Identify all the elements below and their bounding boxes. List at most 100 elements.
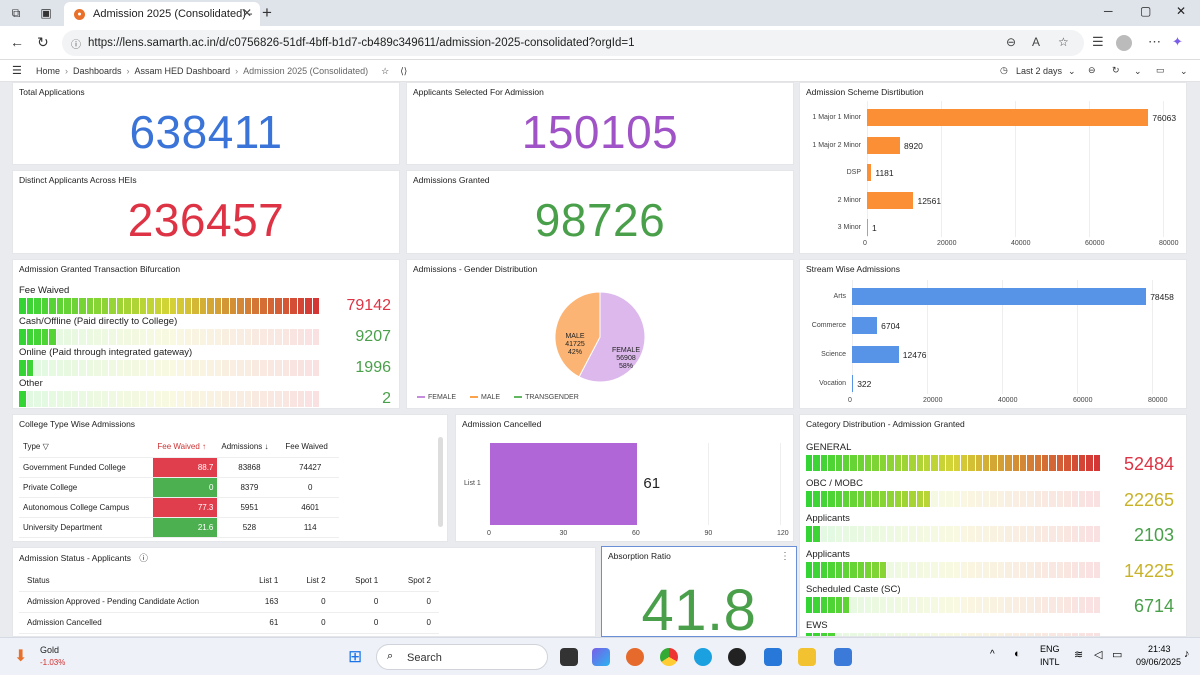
col-fee-waived-pct[interactable]: Fee Waived ↑ [153, 437, 218, 458]
gauge-bar [19, 391, 320, 407]
bar[interactable] [867, 136, 900, 154]
share-icon[interactable]: ⟨⟩ [400, 66, 407, 77]
legend-transgender[interactable]: TRANSGENDER [514, 394, 579, 401]
active-tab[interactable]: ● Admission 2025 (Consolidated) - ✕ [64, 2, 260, 26]
stream-admissions-panel: Stream Wise Admissions 0 20000 40000 60000 8… [799, 259, 1187, 409]
col-list1[interactable]: List 1 [239, 570, 287, 592]
zoom-out-icon[interactable]: ⊖ [1088, 65, 1096, 76]
kiosk-chevron-icon[interactable]: ⌄ [1180, 66, 1188, 77]
language-secondary[interactable]: INTL [1040, 657, 1060, 667]
table-row[interactable]: University Department 21.6 528 114 [19, 517, 339, 538]
chevron-down-icon[interactable]: ⌄ [1068, 66, 1076, 77]
scrollbar[interactable] [438, 437, 443, 527]
url-field[interactable]: ⓘ https://lens.samarth.ac.in/d/c0756826-… [62, 30, 1084, 56]
table-row[interactable]: Government Funded College 88.7 83868 74427 [19, 457, 339, 478]
bar-value-label: 6704 [881, 321, 901, 331]
bar[interactable] [852, 375, 854, 392]
bar[interactable] [867, 109, 1149, 126]
close-window-icon[interactable]: ✕ [1176, 4, 1186, 18]
gauge-value: 2 [382, 390, 391, 407]
col-status[interactable]: Status [19, 570, 239, 592]
table-row[interactable]: Private College 0 8379 0 [19, 477, 339, 498]
volume-icon[interactable]: ◁ [1094, 648, 1102, 661]
bar[interactable] [852, 317, 878, 334]
favorite-star-icon[interactable]: ☆ [1058, 35, 1069, 49]
bar[interactable] [867, 164, 872, 181]
col-spot2[interactable]: Spot 2 [386, 570, 439, 592]
gauge-row: Applicants 14225 [806, 549, 1182, 581]
breadcrumb-dashboards[interactable]: Dashboards [73, 66, 122, 77]
col-fee-waived[interactable]: Fee Waived [281, 437, 339, 458]
breadcrumb-home[interactable]: Home [36, 66, 60, 77]
battery-icon[interactable]: ▭ [1112, 648, 1122, 661]
browser-tab-strip: ⧉ ▣ ● Admission 2025 (Consolidated) - ✕ … [0, 0, 1200, 26]
firefox-icon[interactable] [626, 648, 644, 666]
dell-icon[interactable] [728, 648, 746, 666]
clock-date[interactable]: 09/06/2025 [1136, 657, 1181, 667]
bar[interactable] [490, 443, 638, 525]
start-windows-icon[interactable]: ⊞ [348, 647, 362, 667]
refresh-dashboard-icon[interactable]: ↻ [1112, 65, 1120, 76]
refresh-chevron-icon[interactable]: ⌄ [1134, 66, 1142, 77]
tab-actions-icon[interactable]: ▣ [38, 5, 54, 21]
store-icon[interactable] [764, 648, 782, 666]
time-range-picker[interactable]: Last 2 days [1016, 66, 1062, 76]
absorption-ratio-panel[interactable]: Absorption Ratio ⋮ 41.8 [601, 546, 797, 637]
profile-avatar[interactable] [1116, 35, 1132, 51]
file-explorer-icon[interactable] [798, 648, 816, 666]
notepad-icon[interactable] [834, 648, 852, 666]
cell-type: University Department [19, 517, 154, 538]
col-list2[interactable]: List 2 [286, 570, 334, 592]
tv-mode-icon[interactable]: ▭ [1156, 65, 1165, 76]
ticker-name[interactable]: Gold [40, 645, 59, 655]
star-icon[interactable]: ☆ [381, 66, 389, 77]
task-view-icon[interactable] [560, 648, 578, 666]
bar-value-label: 12561 [917, 195, 942, 206]
back-icon[interactable]: ← [10, 34, 24, 50]
edge-icon[interactable] [694, 648, 712, 666]
bar[interactable] [852, 288, 1147, 305]
close-tab-icon[interactable]: ✕ [242, 6, 252, 20]
bar[interactable] [867, 191, 914, 209]
site-info-icon[interactable]: ⓘ [71, 36, 81, 51]
language-primary[interactable]: ENG [1040, 644, 1060, 654]
table-row[interactable]: Autonomous College Campus 77.3 5951 4601 [19, 497, 339, 518]
tray-app-icon[interactable]: ◐ [1014, 648, 1021, 660]
new-tab-icon[interactable]: + [262, 3, 272, 23]
cell-admissions: 528 [217, 517, 282, 538]
workspaces-icon[interactable]: ⧉ [8, 5, 24, 21]
bar[interactable] [867, 219, 868, 236]
copilot-app-icon[interactable] [592, 648, 610, 666]
bar[interactable] [852, 346, 899, 363]
scheme-distribution-panel: Admission Scheme Disrtibution 0 20000 4000… [799, 82, 1187, 254]
panel-menu-icon[interactable]: ⋮ [780, 551, 790, 562]
copilot-icon[interactable]: ✦ [1172, 34, 1183, 50]
clock-time[interactable]: 21:43 [1148, 644, 1171, 654]
read-aloud-icon[interactable]: A [1032, 35, 1040, 49]
minimize-icon[interactable]: ─ [1104, 4, 1113, 18]
wifi-icon[interactable]: ≋ [1074, 648, 1083, 661]
table-row[interactable]: Admission Approved - Pending Candidate A… [19, 591, 439, 613]
legend-male[interactable]: MALE [470, 394, 500, 401]
col-type[interactable]: Type ▽ [19, 437, 154, 458]
table-row[interactable]: Admission Cancelled 61 0 0 0 [19, 612, 439, 634]
stock-widget-icon[interactable]: ⬇ [14, 646, 27, 666]
gauge-row: Cash/Offline (Paid directly to College) 9… [19, 316, 399, 345]
zoom-icon[interactable]: ⊖ [1006, 35, 1016, 49]
menu-icon[interactable]: ☰ [12, 64, 22, 77]
col-admissions[interactable]: Admissions ↓ [217, 437, 282, 458]
info-icon[interactable]: ⓘ [139, 553, 148, 563]
maximize-icon[interactable]: ▢ [1140, 4, 1151, 18]
favorites-icon[interactable]: ☰ [1092, 34, 1104, 50]
breadcrumb-folder[interactable]: Assam HED Dashboard [135, 66, 231, 77]
more-icon[interactable]: ⋯ [1148, 34, 1161, 50]
chrome-icon[interactable] [660, 648, 678, 666]
col-spot1[interactable]: Spot 1 [333, 570, 387, 592]
taskbar-search[interactable]: ⌕ Search [376, 644, 548, 670]
x-tick-label: 120 [777, 530, 789, 537]
tray-chevron-icon[interactable]: ^ [990, 649, 995, 660]
notification-bell-icon[interactable]: ♪ [1184, 648, 1190, 660]
gauge-label: Fee Waived [19, 285, 70, 296]
legend-female[interactable]: FEMALE [417, 394, 456, 401]
refresh-icon[interactable]: ↻ [37, 34, 49, 51]
